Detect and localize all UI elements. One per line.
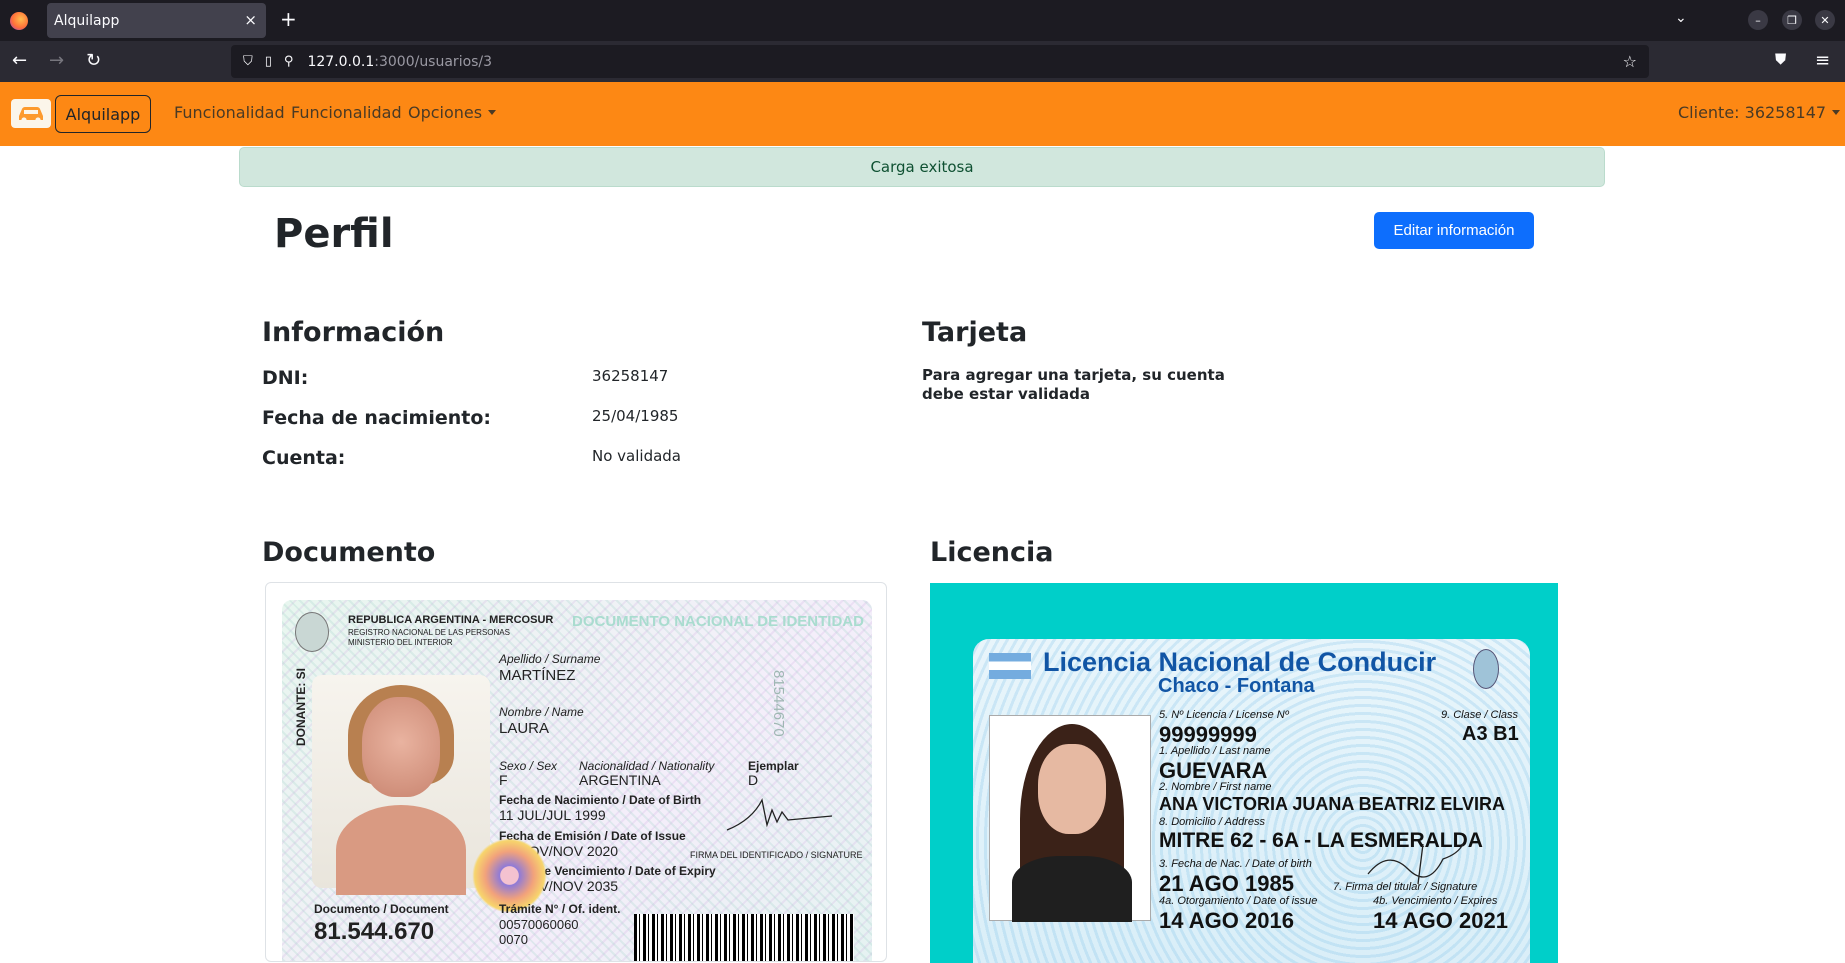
tab-list-chevron-icon[interactable]: ⌄ [1675,10,1687,26]
dni-value: 36258147 [592,367,669,385]
success-alert: Carga exitosa [239,147,1605,187]
license-photo [989,715,1151,922]
license-name: ANA VICTORIA JUANA BEATRIZ ELVIRA [1159,794,1506,814]
license-class-label: 9. Clase / Class [1441,709,1519,721]
dni-image: REPUBLICA ARGENTINA - MERCOSUR REGISTRO … [282,600,872,961]
license-title: Licencia Nacional de Conducir [1043,647,1437,677]
dni-copy: D [748,772,759,788]
province-shield-icon [1473,649,1499,689]
license-class: A3 B1 [1462,723,1519,745]
dni-name-label: Nombre / Name [499,705,584,719]
browser-toolbar: ← → ↻ ⛉ ▯ ⚲ 127.0.0.1:3000/usuarios/3 ☆ … [0,41,1845,82]
back-icon[interactable]: ← [12,50,27,71]
window-close-icon[interactable]: ✕ [1815,10,1835,30]
dni-name: LAURA [499,720,550,737]
license-birth: 21 AGO 1985 [1159,871,1294,896]
dni-surname-label: Apellido / Surname [499,652,601,666]
dni-tramite: 00570060060 [499,917,579,932]
license-subtitle: Chaco - Fontana [1158,675,1315,697]
license-image: Licencia Nacional de Conducir Chaco - Fo… [930,583,1558,963]
license-heading: Licencia [930,537,1054,568]
account-label: Cuenta: [262,447,346,469]
new-tab-button[interactable]: + [280,7,297,31]
dni-surname: MARTÍNEZ [499,667,576,684]
dni-signature-label: FIRMA DEL IDENTIFICADO / SIGNATURE [690,850,863,860]
menu-icon[interactable]: ≡ [1815,50,1830,71]
restore-icon[interactable]: ❐ [1782,10,1802,30]
card-message: Para agregar una tarjeta, su cuenta debe… [922,366,1225,403]
dni-copy-label: Ejemplar [748,759,799,773]
nav-dropdown-opciones[interactable]: Opciones [408,103,496,122]
license-surname-label: 1. Apellido / Last name [1159,745,1271,757]
page-icon[interactable]: ▯ [265,54,272,69]
license-signature-image [1367,843,1464,885]
connection-icon[interactable]: ⚲ [284,54,294,69]
url-bar[interactable]: ⛉ ▯ ⚲ 127.0.0.1:3000/usuarios/3 ☆ [231,45,1649,78]
dni-birth: 11 JUL/JUL 1999 [499,807,606,823]
car-icon[interactable] [11,99,51,128]
firefox-icon [10,11,28,30]
brand-button[interactable]: Alquilapp [55,95,151,133]
forward-icon[interactable]: → [49,50,64,71]
browser-tab-bar: Alquilapp × + ⌄ – ❐ ✕ [0,0,1845,41]
dni-header-country: REPUBLICA ARGENTINA - MERCOSUR [348,614,554,626]
dni-sex-label: Sexo / Sex [499,759,558,773]
minimize-icon[interactable]: – [1748,10,1768,30]
dni-donor: DONANTE: SI [294,668,308,746]
reload-icon[interactable]: ↻ [86,50,101,71]
card-heading: Tarjeta [922,317,1028,348]
dni-tramite-label: Trámite N° / Of. ident. [499,902,621,916]
dni-photo [312,675,490,895]
url-path: :3000/usuarios/3 [374,53,493,70]
dni-header-registry: REGISTRO NACIONAL DE LAS PERSONAS [348,628,510,637]
url-text[interactable]: 127.0.0.1:3000/usuarios/3 [307,54,492,70]
dni-nationality: ARGENTINA [579,772,661,788]
page-title: Perfil [274,211,394,257]
birthdate-value: 25/04/1985 [592,407,679,425]
dni-serial: 81544670 [770,670,787,737]
bookmark-star-icon[interactable]: ☆ [1623,52,1637,71]
birthdate-label: Fecha de nacimiento: [262,407,492,429]
license-birth-label: 3. Fecha de Nac. / Date of birth [1159,858,1312,870]
dni-document-number: 81.544.670 [314,918,435,945]
license-expiry: 14 AGO 2021 [1373,908,1508,933]
dni-barcode [634,914,854,961]
document-heading: Documento [262,537,436,568]
account-status-value: No validada [592,447,681,465]
license-name-label: 2. Nombre / First name [1159,781,1272,793]
tab-title: Alquilapp [54,12,120,29]
dni-birth-label: Fecha de Nacimiento / Date of Birth [499,793,702,807]
license-number-label: 5. Nº Licencia / License Nº [1159,709,1289,721]
document-card: REPUBLICA ARGENTINA - MERCOSUR REGISTRO … [265,582,887,962]
url-host: 127.0.0.1 [307,53,375,70]
dni-label: DNI: [262,367,309,389]
license-expiry-label: 4b. Vencimiento / Expires [1373,895,1498,907]
user-dropdown[interactable]: Cliente: 36258147 [1678,103,1840,122]
dni-nationality-label: Nacionalidad / Nationality [579,759,715,773]
dni-title: DOCUMENTO NACIONAL DE IDENTIDAD [572,613,864,630]
info-heading: Información [262,317,445,348]
nav-link-funcionalidad-1[interactable]: Funcionalidad [174,103,285,122]
browser-tab[interactable]: Alquilapp × [47,3,266,38]
pocket-icon[interactable]: ⛊ [1775,50,1786,68]
argentina-flag-icon [989,653,1031,679]
coat-of-arms-icon [295,612,329,652]
dni-document-label: Documento / Document [314,902,449,916]
license-address-label: 8. Domicilio / Address [1159,816,1265,828]
shield-icon[interactable]: ⛉ [243,54,253,69]
dni-sex: F [499,772,508,788]
license-granted-label: 4a. Otorgamiento / Date of issue [1159,895,1318,907]
close-tab-icon[interactable]: × [244,11,257,29]
nav-link-funcionalidad-2[interactable]: Funcionalidad [291,103,402,122]
dni-signature-image [726,798,833,831]
app-navbar: Alquilapp Funcionalidad Funcionalidad Op… [0,82,1845,146]
license-card: Licencia Nacional de Conducir Chaco - Fo… [973,639,1530,963]
edit-info-button[interactable]: Editar información [1374,212,1534,249]
license-granted: 14 AGO 2016 [1159,908,1294,933]
dni-header-ministry: MINISTERIO DEL INTERIOR [348,638,453,647]
